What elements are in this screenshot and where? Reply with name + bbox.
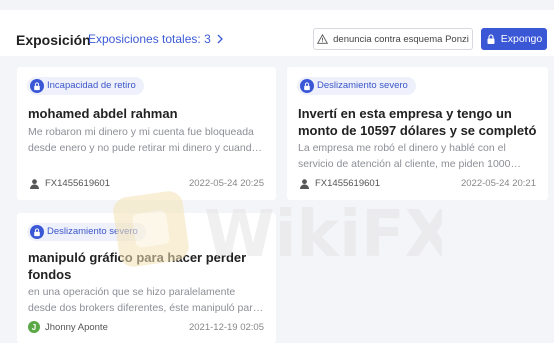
excerpt-line: desde dos brokers diferentes, éste manip… [28, 302, 264, 314]
category-badge: Deslizamiento severo [27, 223, 146, 241]
post-date: 2022-05-24 20:25 [188, 177, 264, 189]
card-title: mohamed abdel rahman [28, 106, 178, 121]
lock-icon [487, 33, 495, 44]
lock-icon [300, 79, 314, 93]
author-name: FX1455619601 [315, 177, 380, 189]
expose-button-label: Expongo [500, 33, 543, 45]
page-title: Exposición [16, 32, 91, 48]
category-label: Deslizamiento severo [47, 226, 138, 237]
category-badge: Incapacidad de retiro [27, 77, 144, 95]
card-excerpt: La empresa me robó el dinero y hablé con… [298, 140, 521, 172]
card-excerpt: Me robaron mi dinero y mi cuenta fue blo… [28, 124, 262, 156]
card-footer: J Jhonny Aponte 2021-12-19 02:05 [28, 320, 264, 334]
excerpt-line: servicio de atención al cliente, me pide… [298, 158, 521, 170]
ponzi-report-label: denuncia contra esquema Ponzi [333, 33, 469, 45]
author-avatar: J [28, 321, 40, 333]
category-badge: Deslizamiento severo [297, 77, 416, 95]
author: FX1455619601 [28, 177, 110, 189]
category-label: Deslizamiento severo [317, 80, 408, 91]
title-line: fondos [28, 267, 72, 282]
post-date: 2021-12-19 02:05 [188, 321, 264, 333]
total-exposures-link[interactable]: Exposiciones totales: 3 [88, 32, 225, 46]
author-name: FX1455619601 [45, 177, 110, 189]
card-footer: FX1455619601 2022-05-24 20:21 [298, 176, 536, 190]
ponzi-report-button[interactable]: denuncia contra esquema Ponzi [313, 28, 473, 50]
card-title: Invertí en esta empresa y tengo un monto… [298, 105, 536, 139]
title-line: manipuló gráfico para hacer perder [28, 250, 247, 265]
author: J Jhonny Aponte [28, 321, 108, 333]
excerpt-line: La empresa me robó el dinero y hablé con… [298, 142, 506, 154]
post-date: 2022-05-24 20:21 [460, 177, 536, 189]
lock-icon [30, 225, 44, 239]
chevron-right-icon [217, 34, 223, 44]
category-label: Incapacidad de retiro [47, 80, 136, 91]
excerpt-line: Me robaron mi dinero y mi cuenta fue blo… [28, 126, 254, 138]
warning-icon [317, 34, 329, 44]
author-name: Jhonny Aponte [45, 321, 108, 333]
excerpt-line: desde enero y no pude retirar mi dinero … [28, 142, 263, 154]
card-excerpt: en una operación que se hizo paralelamen… [28, 284, 263, 316]
expose-button[interactable]: Expongo [481, 28, 547, 50]
exposure-card[interactable]: Deslizamiento severo Invertí en esta emp… [287, 67, 548, 200]
author: FX1455619601 [298, 177, 380, 189]
title-line: monto de 10597 dólares y se completó [298, 123, 537, 138]
lock-icon [30, 79, 44, 93]
exposure-card[interactable]: Incapacidad de retiro mohamed abdel rahm… [17, 67, 276, 200]
user-icon [28, 177, 40, 189]
card-footer: FX1455619601 2022-05-24 20:25 [28, 176, 264, 190]
user-icon [298, 177, 310, 189]
top-strip [0, 0, 554, 10]
title-line: Invertí en esta empresa y tengo un [298, 106, 512, 121]
total-exposures-label: Exposiciones totales: 3 [88, 32, 211, 46]
card-title: manipuló gráfico para hacer perder fondo… [28, 249, 246, 283]
excerpt-line: en una operación que se hizo paralelamen… [28, 286, 236, 298]
exposure-card[interactable]: Deslizamiento severo manipuló gráfico pa… [17, 213, 276, 343]
